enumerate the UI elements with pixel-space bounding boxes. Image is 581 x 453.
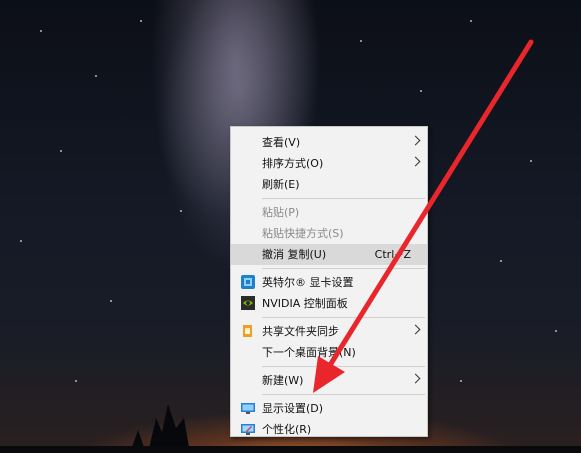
menu-item-paste-shortcut[interactable]: 粘贴快捷方式(S) [231,223,427,244]
menu-item-label: 刷新(E) [262,178,300,191]
menu-separator [262,394,425,395]
menu-item-label: 查看(V) [262,136,301,149]
menu-item-view[interactable]: 查看(V) [231,132,427,153]
menu-separator [262,366,425,367]
menu-item-personalize[interactable]: 个性化(R) [231,419,427,440]
menu-item-undo-copy[interactable]: 撤消 复制(U) Ctrl+Z [231,244,427,265]
menu-separator [262,198,425,199]
menu-item-sort-by[interactable]: 排序方式(O) [231,153,427,174]
menu-item-label: 下一个桌面背景(N) [262,346,356,359]
menu-item-label: NVIDIA 控制面板 [262,297,348,310]
menu-item-nvidia-control-panel[interactable]: NVIDIA 控制面板 [231,293,427,314]
menu-item-new[interactable]: 新建(W) [231,370,427,391]
menu-item-label: 撤消 复制(U) [262,248,327,261]
menu-item-label: 粘贴(P) [262,206,300,219]
menu-item-intel-graphics[interactable]: 英特尔® 显卡设置 [231,272,427,293]
menu-item-shared-folder-sync[interactable]: 共享文件夹同步 [231,321,427,342]
menu-separator [262,268,425,269]
nvidia-icon [241,296,255,310]
menu-item-label: 排序方式(O) [262,157,324,170]
chevron-right-icon [410,156,421,167]
chevron-right-icon [410,324,421,335]
menu-item-label: 粘贴快捷方式(S) [262,227,344,240]
menu-item-shortcut: Ctrl+Z [374,248,411,261]
context-menu: 查看(V) 排序方式(O) 刷新(E) 粘贴(P) 粘贴快捷方式(S) 撤消 复… [230,126,428,437]
menu-item-label: 新建(W) [262,374,304,387]
monitor-icon [241,403,255,414]
menu-item-label: 显示设置(D) [262,402,324,415]
menu-item-refresh[interactable]: 刷新(E) [231,174,427,195]
personalize-icon [241,424,255,435]
chevron-right-icon [410,373,421,384]
menu-item-label: 共享文件夹同步 [262,325,339,338]
intel-graphics-icon [241,275,255,289]
desktop-background[interactable]: 查看(V) 排序方式(O) 刷新(E) 粘贴(P) 粘贴快捷方式(S) 撤消 复… [0,0,581,453]
menu-item-paste[interactable]: 粘贴(P) [231,202,427,223]
menu-item-label: 英特尔® 显卡设置 [262,276,354,289]
chevron-right-icon [410,135,421,146]
menu-item-next-desktop-background[interactable]: 下一个桌面背景(N) [231,342,427,363]
menu-item-display-settings[interactable]: 显示设置(D) [231,398,427,419]
menu-separator [262,317,425,318]
sync-folder-icon [243,325,252,337]
menu-item-label: 个性化(R) [262,423,312,436]
